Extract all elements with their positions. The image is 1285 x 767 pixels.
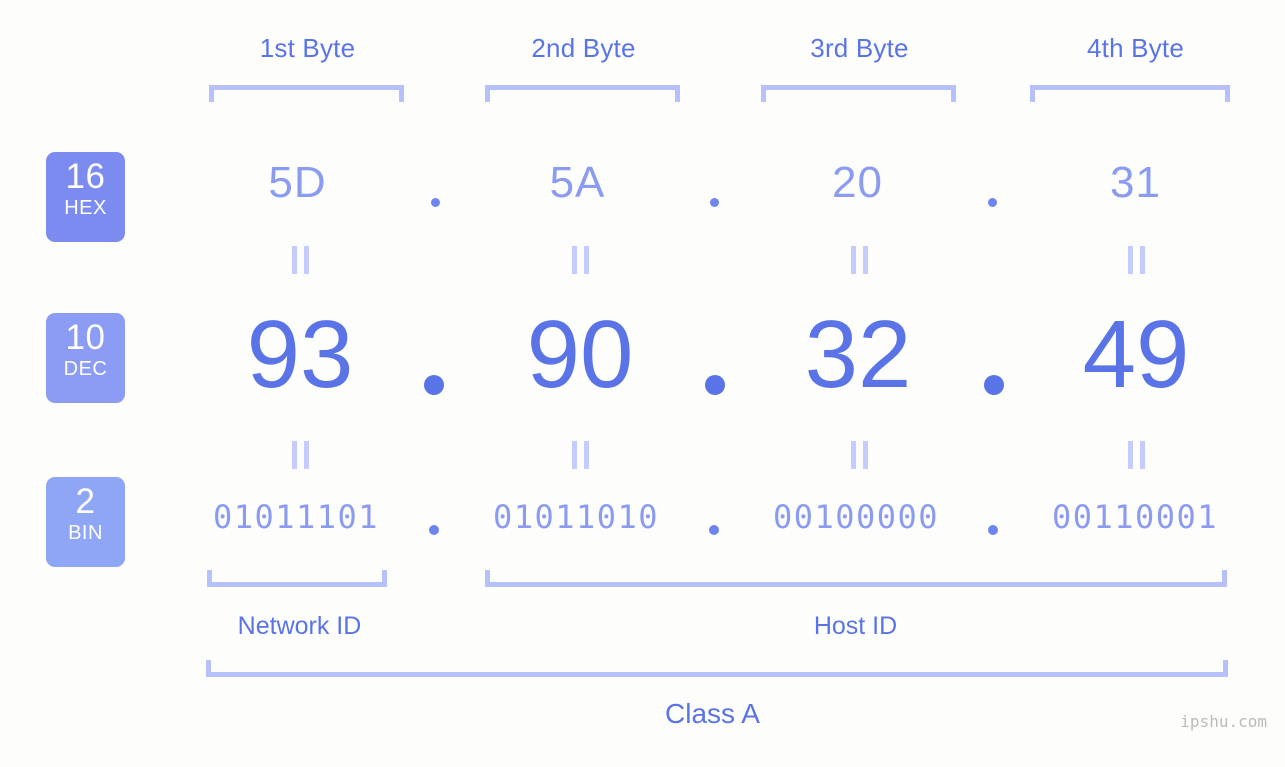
host-id-label: Host ID [813,612,898,640]
radix-badge-bin-abbr: BIN [68,522,103,544]
network-id-bracket [207,570,387,587]
byte-header-4: 4th Byte [1087,33,1184,63]
dec-separator-dot-1 [424,375,444,395]
byte-header-3: 3rd Byte [810,33,909,63]
network-id-label: Network ID [237,612,362,640]
radix-badge-bin: 2 BIN [46,477,125,567]
byte-bracket-4 [1030,85,1230,102]
equals-icon-dec-bin-2 [570,441,590,469]
equals-icon-hex-dec-3 [849,246,869,274]
hex-octet-3: 20 [832,158,883,207]
dec-octet-2: 90 [526,301,634,408]
radix-badge-hex: 16 HEX [46,152,125,242]
byte-bracket-2 [485,85,680,102]
ip-address-breakdown-diagram: 1st Byte 2nd Byte 3rd Byte 4th Byte 16 H… [0,0,1285,767]
bin-octet-4: 00110001 [1051,498,1219,536]
bin-separator-dot-2 [709,525,719,535]
radix-badge-hex-number: 16 [65,157,106,196]
radix-badge-bin-number: 2 [75,482,96,521]
dec-octet-4: 49 [1082,301,1190,408]
hex-separator-dot-2 [710,198,719,207]
radix-badge-hex-abbr: HEX [64,197,107,219]
byte-header-1: 1st Byte [259,33,356,63]
byte-header-2: 2nd Byte [531,33,636,63]
bin-octet-3: 00100000 [772,498,940,536]
equals-icon-dec-bin-3 [849,441,869,469]
dec-octet-1: 93 [246,301,354,408]
radix-badge-dec-number: 10 [65,318,106,357]
byte-bracket-1 [209,85,404,102]
equals-icon-hex-dec-1 [290,246,310,274]
class-bracket [206,660,1228,677]
equals-icon-dec-bin-1 [290,441,310,469]
byte-bracket-3 [761,85,956,102]
bin-octet-1: 01011101 [212,498,380,536]
dec-separator-dot-3 [984,375,1004,395]
host-id-bracket [485,570,1227,587]
equals-icon-hex-dec-4 [1126,246,1146,274]
dec-octet-3: 32 [804,301,912,408]
dec-separator-dot-2 [705,375,725,395]
hex-octet-1: 5D [268,158,327,207]
equals-icon-hex-dec-2 [570,246,590,274]
class-label: Class A [665,698,760,729]
radix-badge-dec: 10 DEC [46,313,125,403]
hex-separator-dot-3 [988,198,997,207]
hex-separator-dot-1 [431,198,440,207]
radix-badge-dec-abbr: DEC [63,358,108,380]
equals-icon-dec-bin-4 [1126,441,1146,469]
site-watermark: ipshu.com [1180,712,1267,731]
hex-octet-2: 5A [549,158,606,207]
hex-octet-4: 31 [1110,158,1161,207]
bin-octet-2: 01011010 [492,498,660,536]
bin-separator-dot-1 [429,525,439,535]
bin-separator-dot-3 [988,525,998,535]
